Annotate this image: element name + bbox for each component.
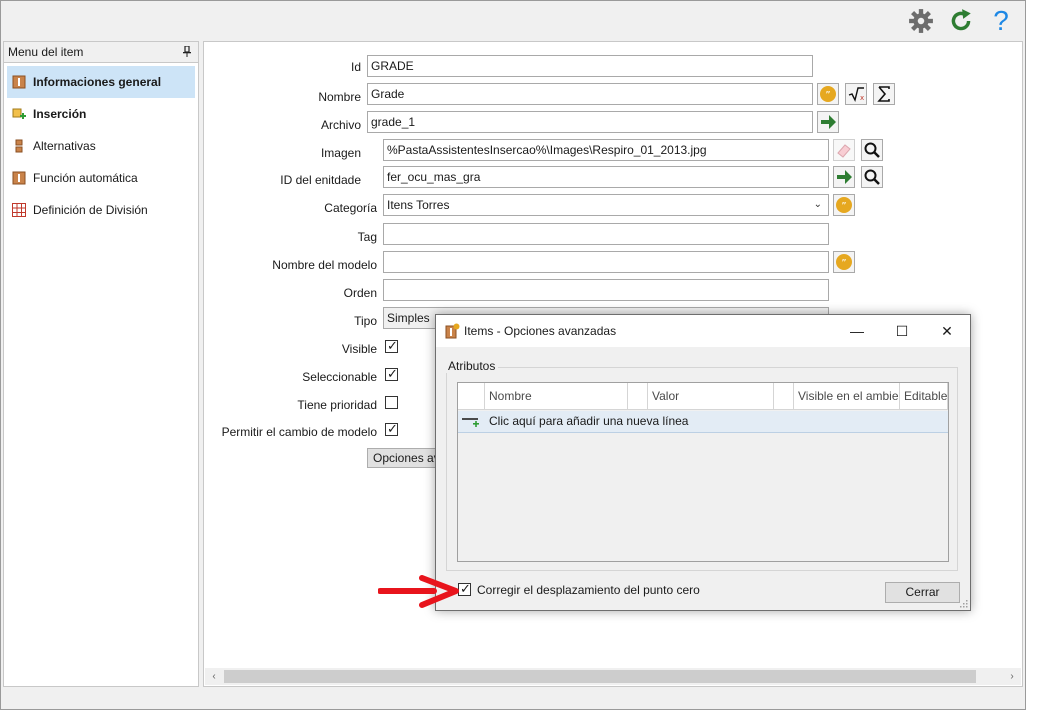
scroll-right-icon[interactable]: › [1004, 669, 1020, 684]
svg-text:x: x [860, 94, 864, 102]
clear-image-button[interactable] [833, 139, 855, 161]
nombre-modelo-label: Nombre del modelo [272, 258, 377, 272]
refresh-icon[interactable] [948, 8, 974, 34]
search-entidad-button[interactable] [861, 166, 883, 188]
auto-function-icon [12, 171, 26, 185]
id-entidad-field[interactable]: fer_ocu_mas_gra [383, 166, 829, 188]
scroll-left-icon[interactable]: ‹ [206, 669, 222, 684]
attributes-group-label: Atributos [445, 359, 499, 373]
chevron-down-icon: ⌄ [813, 199, 822, 210]
green-arrow-icon [837, 170, 852, 184]
horizontal-scrollbar[interactable]: ‹ › [205, 668, 1021, 685]
advanced-options-dialog: Items - Opciones avanzadas — ☐ ✕ Atribut… [435, 314, 971, 611]
opciones-avanzadas-button[interactable]: Opciones av [367, 448, 439, 468]
attributes-grid[interactable]: Nombre Valor Visible en el ambiente Edit… [457, 382, 949, 562]
imagen-field[interactable]: %PastaAssistentesInsercao%\Images\Respir… [383, 139, 829, 161]
item-menu-title: Menu del item [8, 45, 84, 59]
tag-field[interactable] [383, 223, 829, 245]
archivo-go-button[interactable] [817, 111, 839, 133]
imagen-label: Imagen [320, 146, 361, 160]
quote-bubble-icon: ” [836, 254, 852, 270]
visible-label: Visible [341, 342, 377, 356]
tag-label: Tag [357, 230, 377, 244]
permitir-cambio-checkbox[interactable]: ✓ [385, 421, 398, 436]
categoria-label: Categoría [324, 201, 377, 215]
translate-categoria-button[interactable]: ” [833, 194, 855, 216]
column-header-valor[interactable]: Valor [648, 383, 774, 410]
item-window-icon [445, 323, 460, 339]
id-entidad-label: ID del enitdade [280, 173, 361, 187]
help-icon[interactable]: ? [988, 7, 1014, 35]
categoria-value: Itens Torres [387, 198, 450, 212]
tipo-label: Tipo [354, 314, 377, 328]
row-selector-header [458, 383, 485, 410]
archivo-field[interactable]: grade_1 [367, 111, 813, 133]
gear-icon[interactable] [908, 8, 934, 34]
tiene-prioridad-label: Tiene prioridad [297, 398, 377, 412]
formula-button[interactable]: x [845, 83, 867, 105]
red-annotation-arrow [378, 575, 459, 608]
magnifier-icon [864, 142, 880, 158]
tipo-value: Simples [387, 311, 430, 325]
nombre-field[interactable]: Grade [367, 83, 813, 105]
sidebar-item-label: Informaciones general [33, 75, 162, 89]
dialog-titlebar[interactable]: Items - Opciones avanzadas — ☐ ✕ [436, 315, 970, 347]
new-row-placeholder[interactable]: Clic aquí para añadir una nueva línea [458, 411, 948, 433]
svg-text:”: ” [825, 90, 830, 101]
check-icon: ✓ [387, 338, 398, 353]
dialog-title: Items - Opciones avanzadas [464, 324, 617, 338]
corregir-desplazamiento-label: Corregir el desplazamiento del punto cer… [477, 583, 700, 597]
close-window-button[interactable]: ✕ [924, 315, 970, 347]
id-field[interactable]: GRADE [367, 55, 813, 77]
nombre-modelo-field[interactable] [383, 251, 829, 273]
id-label: Id [350, 60, 361, 74]
search-image-button[interactable] [861, 139, 883, 161]
column-header-editable[interactable]: Editable [900, 383, 948, 410]
check-icon: ✓ [460, 581, 471, 596]
new-row-text: Clic aquí para añadir una nueva línea [489, 414, 689, 428]
square-root-icon: x [848, 87, 864, 103]
orden-label: Orden [343, 286, 377, 300]
column-header-nombre[interactable]: Nombre [485, 383, 628, 410]
translate-modelo-button[interactable]: ” [833, 251, 855, 273]
permitir-cambio-label: Permitir el cambio de modelo [221, 425, 377, 439]
cerrar-button[interactable]: Cerrar [885, 582, 960, 603]
alternatives-icon [15, 139, 23, 153]
visible-checkbox[interactable]: ✓ [385, 338, 398, 353]
maximize-button[interactable]: ☐ [879, 315, 925, 347]
check-icon: ✓ [387, 421, 398, 436]
grid-division-icon [12, 203, 26, 217]
minimize-button[interactable]: — [834, 315, 880, 347]
translate-nombre-button[interactable]: ” [817, 83, 839, 105]
seleccionable-checkbox[interactable]: ✓ [385, 366, 398, 381]
pin-icon[interactable] [183, 46, 191, 57]
categoria-select[interactable]: Itens Torres ⌄ [383, 194, 829, 216]
seleccionable-label: Seleccionable [302, 370, 377, 384]
eraser-icon [837, 144, 851, 158]
sum-button[interactable] [873, 83, 895, 105]
svg-text:”: ” [841, 258, 846, 269]
add-row-icon [462, 418, 479, 427]
column-header-blank [774, 383, 794, 410]
column-header-blank [628, 383, 648, 410]
orden-field[interactable] [383, 279, 829, 301]
tiene-prioridad-checkbox[interactable] [385, 396, 398, 409]
nombre-label: Nombre [318, 90, 361, 104]
resize-grip-icon[interactable] [958, 598, 968, 608]
entidad-go-button[interactable] [833, 166, 855, 188]
svg-text:”: ” [841, 201, 846, 212]
insertion-icon [12, 108, 26, 119]
sigma-icon [877, 86, 890, 102]
magnifier-icon [864, 169, 880, 185]
quote-bubble-icon: ” [836, 197, 852, 213]
quote-bubble-icon: ” [820, 86, 836, 102]
check-icon: ✓ [387, 366, 398, 381]
item-menu-panel: Menu del item Informaciones general Inse… [3, 41, 199, 687]
column-header-visible-ambiente[interactable]: Visible en el ambiente [794, 383, 900, 410]
archivo-label: Archivo [320, 118, 361, 132]
item-info-icon [12, 75, 26, 89]
scrollbar-thumb[interactable] [224, 670, 976, 683]
green-arrow-icon [821, 115, 836, 129]
